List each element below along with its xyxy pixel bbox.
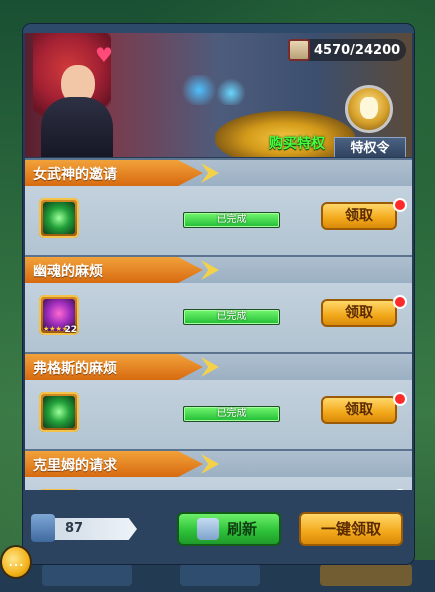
task-progress-bar: 已完成 bbox=[183, 309, 280, 325]
task-progress-bar: 已完成 bbox=[183, 212, 280, 228]
panel-footer: 87 刷新 一键领取 bbox=[23, 490, 414, 564]
money-bag-icon bbox=[360, 97, 378, 119]
privilege-medal-icon[interactable] bbox=[338, 85, 400, 141]
claim-button[interactable]: 领取 bbox=[321, 396, 397, 424]
ticket-icon bbox=[197, 518, 219, 540]
task-row: 幽魂的麻烦 ★★★★ 22 已完成 领取 bbox=[25, 255, 412, 352]
notification-dot-icon bbox=[393, 392, 407, 406]
chat-bubble-icon[interactable]: … bbox=[0, 545, 32, 579]
task-panel: ♥ 4570/24200 购买特权 特权令 女武神的邀请 已完成 领取 幽魂的麻… bbox=[23, 24, 414, 564]
hero-body-art bbox=[41, 97, 113, 157]
progress-status-text: 已完成 bbox=[216, 311, 247, 322]
task-title: 克里姆的请求 bbox=[33, 458, 117, 474]
heart-icon: ♥ bbox=[95, 43, 113, 67]
gems-art bbox=[175, 75, 255, 105]
hero-level: 22 bbox=[64, 325, 77, 335]
task-title: 幽魂的麻烦 bbox=[33, 264, 103, 280]
background-button-middle bbox=[180, 564, 260, 586]
score-text: 4570/24200 bbox=[314, 42, 401, 58]
green-wing-icon[interactable] bbox=[39, 392, 79, 432]
task-progress-bar: 已完成 bbox=[183, 406, 280, 422]
green-wing-icon[interactable] bbox=[39, 198, 79, 238]
task-title: 女武神的邀请 bbox=[33, 167, 117, 183]
background-button-right bbox=[320, 564, 412, 586]
background-button-left bbox=[42, 564, 132, 586]
refresh-button[interactable]: 刷新 bbox=[177, 512, 281, 546]
privilege-banner: ♥ 4570/24200 购买特权 特权令 bbox=[25, 33, 412, 157]
purple-hero-icon[interactable]: ★★★★ 22 bbox=[39, 295, 79, 335]
claim-button[interactable]: 领取 bbox=[321, 299, 397, 327]
privilege-token-button[interactable]: 特权令 bbox=[334, 137, 406, 157]
notification-dot-icon bbox=[393, 198, 407, 212]
panel-top-edge bbox=[23, 24, 414, 33]
task-title: 弗格斯的麻烦 bbox=[33, 361, 117, 377]
task-list[interactable]: 女武神的邀请 已完成 领取 幽魂的麻烦 ★★★★ 22 已完成 领取 弗格斯的麻… bbox=[25, 158, 412, 490]
privilege-score: 4570/24200 bbox=[288, 39, 406, 61]
claim-all-button[interactable]: 一键领取 bbox=[299, 512, 403, 546]
refresh-label: 刷新 bbox=[227, 520, 258, 538]
task-row: 女武神的邀请 已完成 领取 bbox=[25, 158, 412, 255]
task-row: 克里姆的请求 bbox=[25, 449, 412, 490]
notification-dot-icon bbox=[393, 295, 407, 309]
task-row: 弗格斯的麻烦 已完成 领取 bbox=[25, 352, 412, 449]
claim-button[interactable]: 领取 bbox=[321, 202, 397, 230]
buy-privilege-link[interactable]: 购买特权 bbox=[269, 133, 325, 153]
progress-status-text: 已完成 bbox=[216, 408, 247, 419]
progress-status-text: 已完成 bbox=[216, 214, 247, 225]
scroll-icon bbox=[288, 39, 310, 61]
ticket-icon bbox=[31, 514, 55, 542]
